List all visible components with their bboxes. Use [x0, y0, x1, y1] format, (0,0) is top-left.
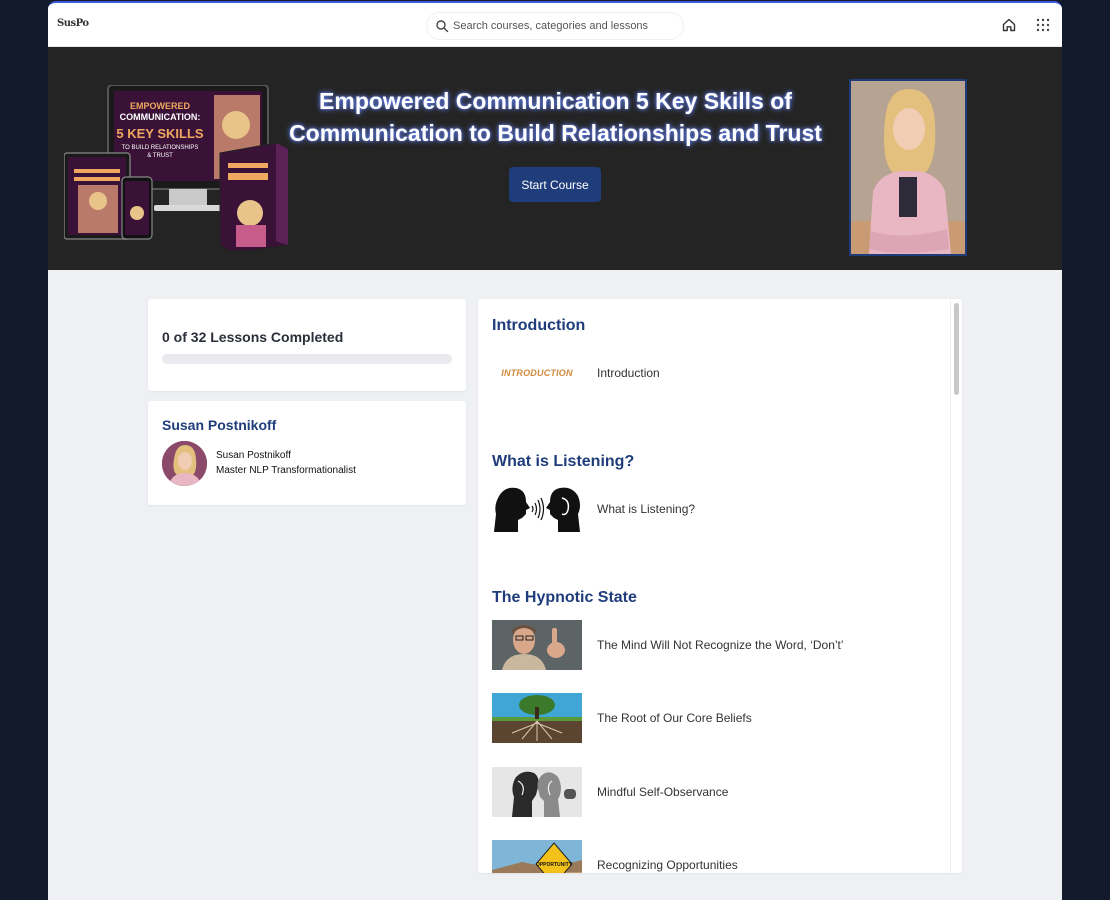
course-title: Empowered Communication 5 Key Skills of … — [289, 88, 822, 146]
man-pointing-image — [492, 620, 582, 670]
lesson-thumbnail — [492, 484, 582, 534]
lesson-title: Recognizing Opportunities — [597, 858, 738, 872]
instructor-portrait — [849, 79, 967, 256]
section-title-introduction: Introduction — [492, 317, 586, 334]
promo-text-4: TO BUILD RELATIONSHIPS — [122, 145, 199, 151]
home-icon[interactable] — [1001, 17, 1017, 33]
instructor-card: Susan Postnikoff Susan Postnikoff Master… — [148, 401, 466, 505]
lesson-thumbnail — [492, 767, 582, 817]
lesson-item-self-observance[interactable]: Mindful Self-Observance — [492, 766, 932, 818]
lessons-scrollbar[interactable] — [950, 299, 962, 873]
lesson-thumbnail: INTRODUCTION — [492, 348, 582, 398]
promo-text-3: 5 KEY SKILLS — [116, 126, 204, 141]
self-observance-image — [492, 767, 582, 817]
lesson-item-dont[interactable]: The Mind Will Not Recognize the Word, ‘D… — [492, 619, 932, 671]
search-bar[interactable] — [426, 12, 684, 40]
portrait-illustration — [851, 81, 965, 254]
lesson-title: Introduction — [597, 366, 660, 380]
lesson-item-core-beliefs[interactable]: The Root of Our Core Beliefs — [492, 692, 932, 744]
tree-roots-image — [492, 693, 582, 743]
opportunity-sign-text: OPPORTUNITY — [536, 862, 573, 868]
progress-card: 0 of 32 Lessons Completed — [148, 299, 466, 391]
promo-text-1: EMPOWERED — [130, 101, 191, 111]
instructor-heading: Susan Postnikoff — [162, 417, 277, 433]
lessons-panel: Introduction INTRODUCTION Introduction W… — [478, 299, 962, 873]
lesson-item-introduction[interactable]: INTRODUCTION Introduction — [492, 347, 932, 399]
promo-text-5: & TRUST — [147, 153, 173, 159]
lesson-title: What is Listening? — [597, 502, 696, 516]
lesson-thumbnail: OPPORTUNITY — [492, 840, 582, 873]
instructor-role: Master NLP Transformationalist — [216, 465, 356, 476]
instructor-name: Susan Postnikoff — [216, 450, 291, 461]
lessons-scrollbar-thumb[interactable] — [954, 303, 959, 395]
section-title-hypnotic-state: The Hypnotic State — [492, 589, 637, 606]
section-title-listening: What is Listening? — [492, 453, 635, 470]
search-icon — [436, 20, 449, 33]
apps-grid-icon[interactable] — [1036, 18, 1050, 32]
course-hero: EMPOWERED COMMUNICATION: 5 KEY SKILLS TO… — [48, 47, 1062, 270]
lesson-thumbnail — [492, 620, 582, 670]
lessons-completed-text: 0 of 32 Lessons Completed — [162, 329, 344, 345]
app-window: SusPo EMPOWERED COMMUNIC — [48, 1, 1062, 900]
lesson-title: The Root of Our Core Beliefs — [597, 711, 752, 725]
lesson-item-opportunities[interactable]: OPPORTUNITY Recognizing Opportunities — [492, 839, 932, 873]
opportunity-sign-image: OPPORTUNITY — [492, 840, 582, 873]
search-input[interactable] — [453, 20, 673, 32]
avatar-illustration — [162, 441, 207, 486]
lesson-item-what-is-listening[interactable]: What is Listening? — [492, 483, 932, 535]
site-logo[interactable]: SusPo — [57, 18, 89, 29]
progress-bar — [162, 354, 452, 364]
top-bar: SusPo — [48, 3, 1062, 47]
listening-silhouette-image — [492, 484, 582, 534]
instructor-avatar — [162, 441, 207, 486]
intro-thumb-label: INTRODUCTION — [501, 368, 573, 378]
start-course-button[interactable]: Start Course — [509, 167, 601, 202]
lesson-thumbnail — [492, 693, 582, 743]
lesson-title: Mindful Self-Observance — [597, 785, 729, 799]
lesson-title: The Mind Will Not Recognize the Word, ‘D… — [597, 638, 844, 652]
promo-text-2: COMMUNICATION: — [120, 112, 201, 122]
